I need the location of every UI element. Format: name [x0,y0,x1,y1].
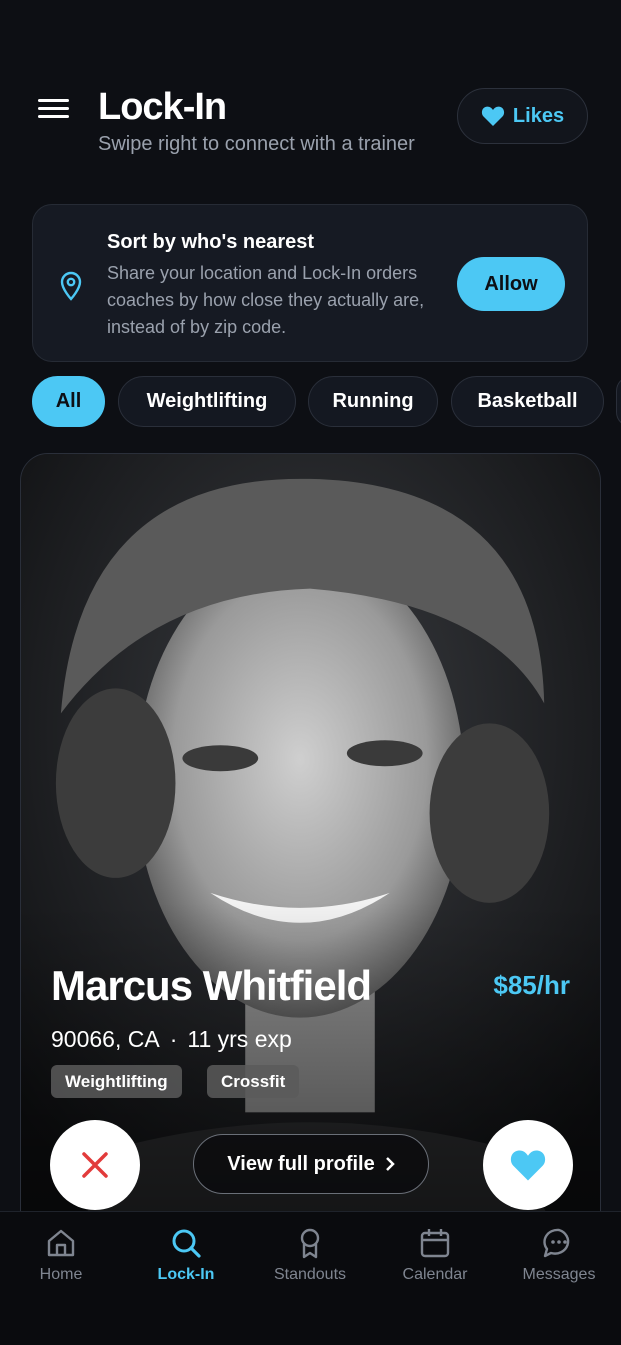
page-subtitle: Swipe right to connect with a trainer [98,133,415,155]
home-icon [47,1229,75,1257]
close-icon [82,1152,108,1178]
reject-button[interactable] [50,1120,140,1210]
allow-location-button[interactable]: Allow [457,257,565,311]
like-button[interactable] [483,1120,573,1210]
page-title: Lock-In [98,86,227,128]
calendar-icon [420,1229,450,1258]
award-icon [300,1228,320,1259]
trainer-tag: Crossfit [207,1065,300,1098]
chat-icon [543,1228,570,1258]
filter-chip-all[interactable]: All [32,376,105,427]
menu-icon[interactable] [38,99,70,123]
nav-label: Standouts [273,1266,347,1283]
banner-text: Share your location and Lock-In orders c… [107,263,425,337]
location-pin-icon [60,271,82,301]
nav-label: Messages [522,1266,596,1283]
nav-item-home[interactable]: Home [6,1226,116,1284]
filter-chip-basketball[interactable]: Basketball [451,376,604,427]
heart-icon [510,1150,546,1181]
banner-title: Sort by who's nearest [107,231,315,253]
filter-chip-running[interactable]: Running [308,376,438,427]
filter-chip-more[interactable] [616,376,621,427]
bottom-nav: Home Lock-In Standouts Calendar Messages [0,1211,621,1345]
meta-separator: · [169,1026,178,1052]
likes-button[interactable]: Likes [457,88,588,144]
trainer-location: 90066, CA [51,1026,160,1052]
trainer-meta: 90066, CA · 11 yrs exp [51,1026,292,1053]
trainer-name: Marcus Whitfield [51,962,372,1009]
trainer-experience: 11 yrs exp [187,1026,292,1052]
chevron-right-icon [385,1157,395,1171]
nav-label: Calendar [402,1266,468,1283]
trainer-card[interactable]: Marcus Whitfield $85/hr 90066, CA · 11 y… [20,453,601,1243]
search-icon [172,1229,201,1258]
nav-item-calendar[interactable]: Calendar [380,1226,490,1284]
view-profile-label: View full profile [227,1152,375,1175]
filter-chip-weightlifting[interactable]: Weightlifting [118,376,296,427]
nav-label: Home [39,1266,83,1283]
nav-label: Lock-In [157,1266,215,1283]
trainer-tag: Weightlifting [51,1065,182,1098]
nav-item-standouts[interactable]: Standouts [255,1226,365,1284]
heart-icon [481,106,505,126]
nav-item-messages[interactable]: Messages [504,1226,614,1284]
trainer-rate: $85/hr [493,970,570,1000]
likes-label: Likes [512,104,565,127]
view-full-profile-button[interactable]: View full profile [193,1134,429,1194]
location-banner: Sort by who's nearest Share your locatio… [32,204,588,362]
nav-item-lock-in[interactable]: Lock-In [131,1226,241,1284]
